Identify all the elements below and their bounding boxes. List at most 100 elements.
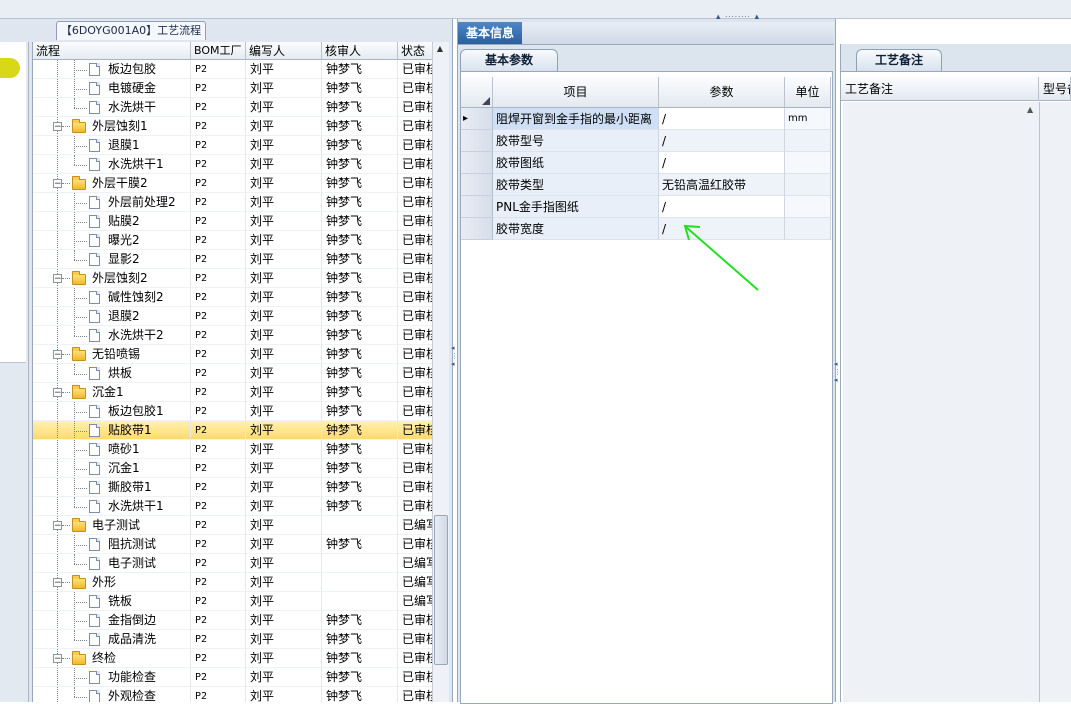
column-header-status[interactable]: 状态 [398, 42, 433, 60]
tree-folder-row[interactable]: − 沉金1 P2刘平钟梦飞已审核 [33, 383, 433, 402]
param-value-cell[interactable]: / [659, 108, 785, 130]
param-value-cell[interactable]: / [659, 130, 785, 152]
document-icon [89, 671, 100, 684]
process-remark-textarea[interactable] [843, 102, 1040, 702]
param-row[interactable]: 胶带图纸 / [461, 152, 831, 174]
tree-step-row[interactable]: 水洗烘干1 P2刘平钟梦飞已审核 [33, 497, 433, 516]
tree-step-row[interactable]: 水洗烘干1 P2刘平钟梦飞已审核 [33, 155, 433, 174]
tree-step-row[interactable]: 金指倒边 P2刘平钟梦飞已审核 [33, 611, 433, 630]
tree-step-row[interactable]: 沉金1 P2刘平钟梦飞已审核 [33, 459, 433, 478]
tree-step-row[interactable]: 显影2 P2刘平钟梦飞已审核 [33, 250, 433, 269]
tree-step-row[interactable]: 板边包胶1 P2刘平钟梦飞已审核 [33, 402, 433, 421]
tab-basic-params[interactable]: 基本参数 [460, 49, 558, 71]
tree-step-row[interactable]: 外观检查 P2刘平钟梦飞已审核 [33, 687, 433, 702]
status-cell: 已审核 [398, 60, 433, 79]
status-cell: 已审核 [398, 364, 433, 383]
model-remark-textarea[interactable] [1040, 102, 1071, 702]
column-header-bom[interactable]: BOM工厂 [191, 42, 246, 60]
reviewer-cell [322, 554, 398, 573]
current-row-indicator-icon[interactable] [461, 108, 493, 130]
tree-guide-line [57, 421, 58, 439]
writer-cell: 刘平 [246, 307, 322, 326]
collapse-toggle-icon[interactable]: − [53, 521, 62, 531]
tree-step-row[interactable]: 曝光2 P2刘平钟梦飞已审核 [33, 231, 433, 250]
bom-cell: P2 [191, 421, 246, 440]
collapse-toggle-icon[interactable]: − [53, 388, 62, 398]
status-cell: 已审核 [398, 402, 433, 421]
row-indicator[interactable] [461, 218, 493, 240]
tree-step-row[interactable]: 贴胶带1 P2刘平钟梦飞已审核 [33, 421, 433, 440]
tree-cell: 电子测试 [33, 554, 191, 573]
tree-step-row[interactable]: 碱性蚀刻2 P2刘平钟梦飞已审核 [33, 288, 433, 307]
message-bubble-icon[interactable] [0, 58, 20, 78]
param-row[interactable]: 胶带类型 无铅高温红胶带 [461, 174, 831, 196]
column-header-flow[interactable]: 流程 [33, 42, 191, 60]
collapse-toggle-icon[interactable]: − [53, 654, 62, 664]
column-header-unit[interactable]: 单位 [785, 77, 831, 108]
left-scrollbar-thumb[interactable] [434, 515, 448, 665]
tree-folder-row[interactable]: − 外形 P2刘平 已编写 [33, 573, 433, 592]
tree-step-row[interactable]: 电子测试 P2刘平 已编写 [33, 554, 433, 573]
tree-step-row[interactable]: 退膜1 P2刘平钟梦飞已审核 [33, 136, 433, 155]
column-header-item[interactable]: 项目 [493, 77, 659, 108]
collapse-toggle-icon[interactable]: − [53, 122, 62, 132]
tree-folder-row[interactable]: − 无铅喷锡 P2刘平钟梦飞已审核 [33, 345, 433, 364]
scroll-up-arrow-icon[interactable]: ▲ [433, 44, 447, 56]
row-indicator[interactable] [461, 152, 493, 174]
column-header-param[interactable]: 参数 [659, 77, 785, 108]
column-header-writer[interactable]: 编写人 [246, 42, 322, 60]
tree-step-row[interactable]: 烘板 P2刘平钟梦飞已审核 [33, 364, 433, 383]
basic-info-title[interactable]: 基本信息 [458, 22, 522, 44]
reviewer-cell: 钟梦飞 [322, 478, 398, 497]
collapse-toggle-icon[interactable]: − [53, 350, 62, 360]
tree-guide-line [74, 298, 87, 299]
tree-step-row[interactable]: 外层前处理2 P2刘平钟梦飞已审核 [33, 193, 433, 212]
param-row[interactable]: 阻焊开窗到金手指的最小距离/mm [461, 108, 831, 130]
tab-process-remark[interactable]: 工艺备注 [856, 49, 942, 71]
collapse-toggle-icon[interactable]: − [53, 179, 62, 189]
tree-folder-row[interactable]: − 电子测试 P2刘平 已编写 [33, 516, 433, 535]
tree-step-row[interactable]: 撕胶带1 P2刘平钟梦飞已审核 [33, 478, 433, 497]
collapse-toggle-icon[interactable]: − [53, 578, 62, 588]
row-indicator[interactable] [461, 130, 493, 152]
param-row[interactable]: 胶带宽度 / [461, 218, 831, 240]
param-row[interactable]: PNL金手指图纸 / [461, 196, 831, 218]
tree-folder-row[interactable]: − 终检 P2刘平钟梦飞已审核 [33, 649, 433, 668]
tree-node-label: 水洗烘干2 [108, 328, 164, 342]
collapse-toggle-icon[interactable]: − [53, 274, 62, 284]
tree-node-label: 外层前处理2 [108, 195, 176, 209]
tree-node-label: 板边包胶1 [108, 404, 164, 418]
tree-step-row[interactable]: 水洗烘干2 P2刘平钟梦飞已审核 [33, 326, 433, 345]
param-value-cell[interactable]: 无铅高温红胶带 [659, 174, 785, 196]
column-header-model-remark[interactable]: 型号备注 [1039, 77, 1071, 101]
tree-step-row[interactable]: 退膜2 P2刘平钟梦飞已审核 [33, 307, 433, 326]
tree-step-row[interactable]: 电镀硬金 P2刘平钟梦飞已审核 [33, 79, 433, 98]
tree-cell: 水洗烘干2 [33, 326, 191, 345]
tree-step-row[interactable]: 功能检查 P2刘平钟梦飞已审核 [33, 668, 433, 687]
param-unit-cell: mm [785, 108, 831, 130]
tree-step-row[interactable]: 成品清洗 P2刘平钟梦飞已审核 [33, 630, 433, 649]
param-row[interactable]: 胶带型号 / [461, 130, 831, 152]
param-value-cell[interactable]: / [659, 152, 785, 174]
row-indicator[interactable] [461, 174, 493, 196]
tree-step-row[interactable]: 铣板 P2刘平 已编写 [33, 592, 433, 611]
tree-step-row[interactable]: 水洗烘干 P2刘平钟梦飞已审核 [33, 98, 433, 117]
param-value-cell[interactable]: / [659, 196, 785, 218]
tree-folder-row[interactable]: − 外层蚀刻2 P2刘平钟梦飞已审核 [33, 269, 433, 288]
tree-guide-line [74, 98, 75, 108]
bom-cell: P2 [191, 174, 246, 193]
tree-step-row[interactable]: 喷砂1 P2刘平钟梦飞已审核 [33, 440, 433, 459]
tree-step-row[interactable]: 板边包胶 P2刘平钟梦飞已审核 [33, 60, 433, 79]
process-flow-tab[interactable]: 【6DOYG001A0】工艺流程 [56, 21, 206, 40]
column-header-reviewer[interactable]: 核审人 [322, 42, 398, 60]
bom-cell: P2 [191, 592, 246, 611]
tree-step-row[interactable]: 阻抗测试 P2刘平钟梦飞已审核 [33, 535, 433, 554]
column-header-process-remark[interactable]: 工艺备注 [841, 77, 1039, 101]
tree-step-row[interactable]: 贴膜2 P2刘平钟梦飞已审核 [33, 212, 433, 231]
tree-guide-line [57, 193, 58, 211]
tree-folder-row[interactable]: − 外层干膜2 P2刘平钟梦飞已审核 [33, 174, 433, 193]
remark-scroll-up-icon[interactable]: ▲ [1027, 105, 1033, 114]
row-indicator[interactable] [461, 196, 493, 218]
bom-cell: P2 [191, 497, 246, 516]
tree-folder-row[interactable]: − 外层蚀刻1 P2刘平钟梦飞已审核 [33, 117, 433, 136]
